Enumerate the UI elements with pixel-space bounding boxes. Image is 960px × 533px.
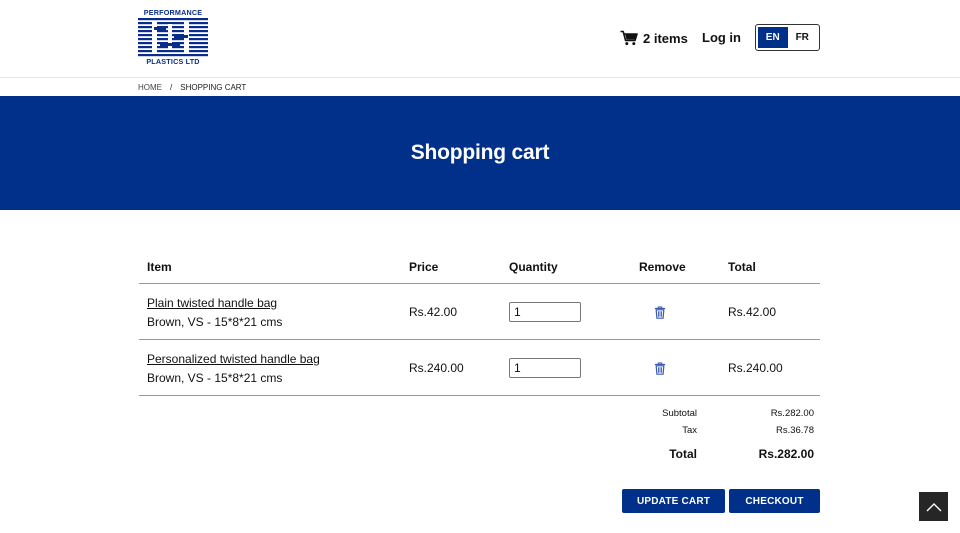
subtotal-row: Subtotal Rs.282.00 — [600, 408, 814, 425]
item-cell: Personalized twisted handle bag Brown, V… — [147, 340, 320, 385]
update-cart-button[interactable]: UPDATE CART — [622, 489, 725, 513]
total-value: Rs.282.00 — [759, 447, 814, 461]
scroll-to-top-button[interactable] — [919, 492, 948, 521]
item-cell: Plain twisted handle bag Brown, VS - 15*… — [147, 284, 282, 329]
subtotal-value: Rs.282.00 — [771, 408, 814, 419]
trash-icon[interactable] — [654, 362, 666, 375]
quantity-input[interactable] — [509, 358, 581, 378]
product-link[interactable]: Plain twisted handle bag — [147, 296, 282, 310]
trash-icon[interactable] — [654, 306, 666, 319]
quantity-input[interactable] — [509, 302, 581, 322]
subtotal-label: Subtotal — [662, 408, 697, 419]
header-price: Price — [409, 260, 438, 274]
checkout-button[interactable]: CHECKOUT — [729, 489, 820, 513]
page-hero: Shopping cart — [0, 96, 960, 210]
table-header: Item Price Quantity Remove Total — [139, 250, 820, 284]
total-row: Total Rs.282.00 — [600, 447, 814, 464]
order-summary: Subtotal Rs.282.00 Tax Rs.36.78 Total Rs… — [600, 408, 814, 464]
cart-table: Item Price Quantity Remove Total Plain t… — [139, 250, 820, 396]
item-total: Rs.240.00 — [728, 361, 783, 375]
table-row: Plain twisted handle bag Brown, VS - 15*… — [139, 284, 820, 340]
cart-count: 2 items — [643, 31, 688, 46]
product-variant: Brown, VS - 15*8*21 cms — [147, 371, 320, 385]
breadcrumb: HOME / SHOPPING CART — [138, 82, 246, 92]
breadcrumb-current: SHOPPING CART — [180, 83, 246, 92]
site-header: PERFORMANCE — [0, 0, 960, 78]
tax-value: Rs.36.78 — [776, 425, 814, 436]
item-price: Rs.240.00 — [409, 361, 464, 375]
product-link[interactable]: Personalized twisted handle bag — [147, 352, 320, 366]
tax-label: Tax — [682, 425, 697, 436]
total-label: Total — [669, 447, 697, 461]
page-title: Shopping cart — [411, 141, 550, 165]
chevron-up-icon — [926, 502, 942, 512]
logo-text-bottom: PLASTICS LTD — [138, 58, 208, 66]
header-quantity: Quantity — [509, 260, 558, 274]
tax-row: Tax Rs.36.78 — [600, 425, 814, 442]
breadcrumb-separator: / — [170, 83, 172, 92]
item-price: Rs.42.00 — [409, 305, 457, 319]
language-fr-button[interactable]: FR — [788, 27, 818, 48]
logo-text-top: PERFORMANCE — [138, 9, 208, 17]
language-en-button[interactable]: EN — [758, 27, 788, 48]
product-variant: Brown, VS - 15*8*21 cms — [147, 315, 282, 329]
logo-mark-icon — [138, 18, 208, 58]
table-row: Personalized twisted handle bag Brown, V… — [139, 340, 820, 396]
header-item: Item — [147, 260, 172, 274]
brand-logo[interactable]: PERFORMANCE — [138, 9, 208, 66]
item-total: Rs.42.00 — [728, 305, 776, 319]
cart-link[interactable]: 2 items — [620, 28, 688, 48]
header-total: Total — [728, 260, 756, 274]
cart-icon — [620, 30, 638, 46]
breadcrumb-home[interactable]: HOME — [138, 83, 162, 92]
header-remove: Remove — [639, 260, 686, 274]
login-link[interactable]: Log in — [702, 30, 741, 45]
language-switcher: EN FR — [755, 24, 820, 51]
